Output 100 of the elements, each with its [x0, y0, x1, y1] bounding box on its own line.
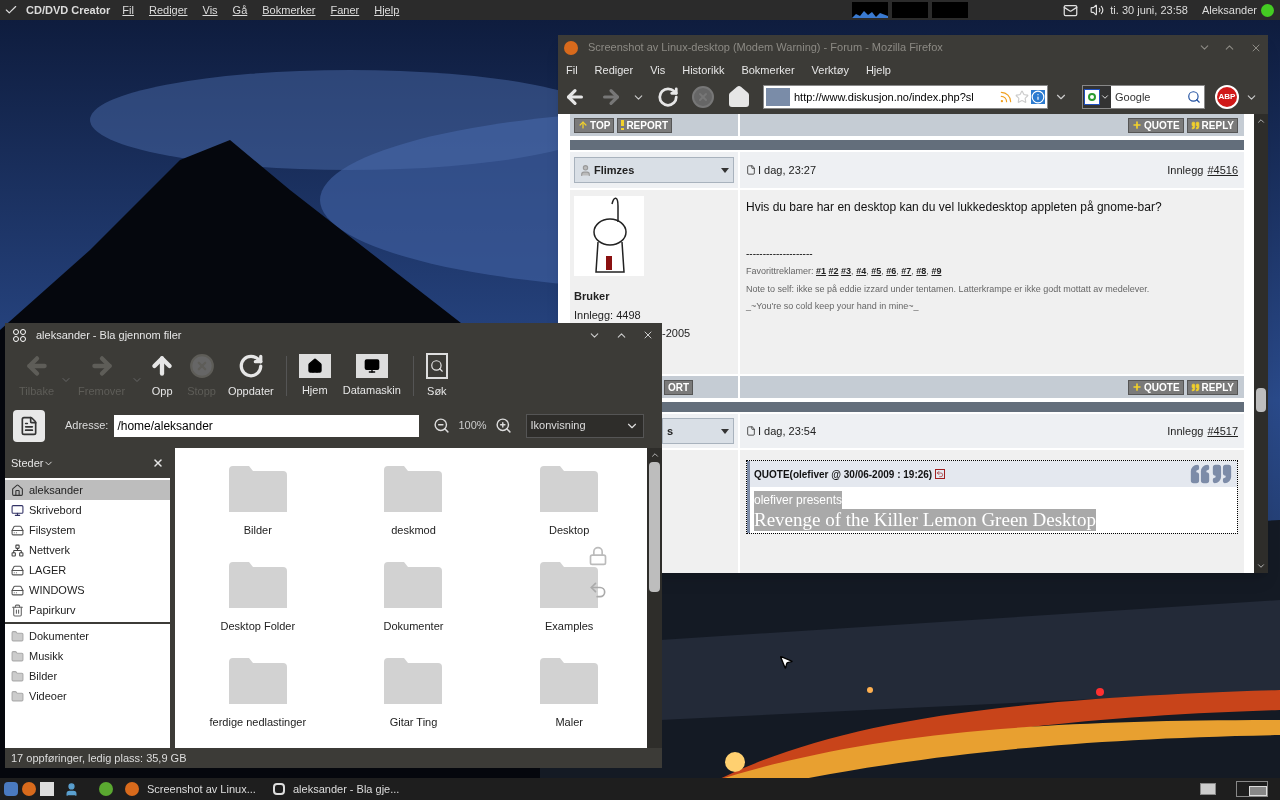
author-dropdown[interactable]: s [662, 418, 734, 444]
zoom-out-button[interactable] [433, 417, 451, 434]
toolbar-button[interactable]: Opp [143, 352, 182, 400]
sidebar-item[interactable]: Papirkurv [5, 600, 170, 620]
sidebar-item[interactable]: WINDOWS [5, 580, 170, 600]
menu-item[interactable]: Rediger [148, 1, 188, 19]
folder-item[interactable]: Desktop Folder [180, 544, 336, 640]
menu-item[interactable]: Historikk [682, 61, 725, 79]
clock[interactable]: ti. 30 juni, 23:58 [1110, 1, 1188, 19]
menu-item[interactable]: Hjelp [374, 1, 400, 19]
adblock-button[interactable]: ABP [1215, 85, 1239, 109]
toolbar-button[interactable]: Hjem [292, 353, 337, 399]
menu-item[interactable]: Gå [232, 1, 248, 19]
toolbar-button[interactable]: Søk [419, 352, 454, 400]
jump-icon[interactable] [935, 469, 946, 479]
edit-location-button[interactable] [13, 409, 45, 442]
sidebar-item[interactable]: Filsystem [5, 520, 170, 540]
url-field[interactable]: http://www.diskusjon.no/index.php?sl [763, 85, 1048, 109]
ad-link[interactable]: #7 [901, 266, 912, 276]
star-icon[interactable] [1015, 90, 1029, 104]
sidebar-item[interactable]: Bilder [5, 666, 170, 686]
info-icon[interactable] [1031, 90, 1045, 104]
quote-text: olefiver presents [754, 491, 843, 509]
folder-item[interactable]: Gitar Ting [335, 640, 492, 736]
scrollbar[interactable] [1254, 114, 1268, 573]
music-launcher-icon[interactable] [99, 782, 113, 796]
folder-icon [384, 562, 443, 608]
caret-icon[interactable] [1100, 92, 1110, 102]
reply-button[interactable]: REPLY [1186, 117, 1238, 133]
report-button[interactable]: ORT [664, 379, 694, 395]
post-number-link[interactable]: #4517 [1207, 422, 1238, 440]
user-name[interactable]: Aleksander [1201, 1, 1257, 19]
ad-link[interactable]: #9 [931, 266, 942, 276]
menu-item[interactable]: Bokmerker [262, 1, 316, 19]
app-icon [273, 783, 285, 795]
scrollbar-thumb[interactable] [1256, 388, 1266, 412]
folder-item[interactable]: Bilder [180, 448, 336, 544]
address-field[interactable]: /home/aleksander [114, 414, 420, 437]
close-sidebar-button[interactable] [152, 457, 164, 469]
folder-item[interactable]: deskmod [335, 448, 492, 544]
sidebar-item[interactable]: Videoer [5, 686, 170, 706]
scroll-up-icon[interactable] [1256, 116, 1266, 126]
home-button[interactable] [727, 85, 751, 109]
menu-item[interactable]: Vis [202, 1, 218, 19]
stop-button[interactable] [691, 85, 715, 109]
folder-item[interactable]: Desktop [491, 448, 647, 544]
menu-icon[interactable] [4, 3, 18, 17]
browser-launcher-icon[interactable] [22, 782, 36, 796]
quote-button[interactable]: QUOTE [1128, 117, 1184, 133]
folder-item[interactable]: Examples [491, 544, 647, 640]
back-button[interactable] [564, 86, 586, 108]
report-button[interactable]: REPORT [617, 117, 673, 133]
top-button[interactable]: TOP [574, 117, 615, 133]
view-dropdown[interactable]: Ikonvisning [525, 413, 644, 438]
menu-item[interactable]: Faner [330, 1, 360, 19]
menu-item[interactable]: Fil [566, 61, 578, 79]
search-input[interactable]: Google [1115, 88, 1175, 106]
scrollbar[interactable] [647, 448, 662, 748]
quote-button[interactable]: QUOTE [1128, 379, 1184, 395]
scroll-down-icon[interactable] [1256, 561, 1266, 571]
reply-button[interactable]: REPLY [1186, 379, 1238, 395]
post-number-link[interactable]: #4516 [1207, 161, 1238, 179]
launcher-icon[interactable] [4, 782, 18, 796]
scrollbar-thumb[interactable] [649, 462, 660, 592]
author-dropdown[interactable]: Flimzes [574, 157, 734, 183]
menu-item[interactable]: Verktøy [811, 61, 849, 79]
scroll-up-icon[interactable] [649, 450, 660, 460]
sidebar-item[interactable]: Nettverk [5, 540, 170, 560]
sidebar-item[interactable]: Skrivebord [5, 500, 170, 520]
sidebar-title[interactable]: Steder [11, 454, 44, 472]
reload-button[interactable] [657, 86, 679, 108]
toolbar-button[interactable]: Oppdater [221, 352, 280, 400]
menu-item[interactable]: Rediger [594, 61, 634, 79]
menu-item[interactable]: Bokmerker [741, 61, 795, 79]
contacts-launcher-icon[interactable] [64, 781, 79, 797]
zoom-in-button[interactable] [494, 417, 512, 434]
volume-icon[interactable] [1090, 3, 1105, 17]
ad-link[interactable]: #1 [816, 266, 827, 276]
search-icon[interactable] [1187, 90, 1201, 104]
menu-item[interactable]: Fil [122, 1, 134, 19]
mouse-pointer-icon [778, 654, 794, 670]
sidebar-item[interactable]: LAGER [5, 560, 170, 580]
search-field[interactable]: Google [1082, 85, 1205, 109]
forward-button[interactable] [600, 86, 622, 108]
sidebar-item[interactable]: aleksander [5, 480, 170, 500]
ad-link[interactable]: #2 [828, 266, 839, 276]
menu-item[interactable]: Hjelp [865, 61, 891, 79]
menu-item[interactable]: Vis [650, 61, 666, 79]
mail-icon[interactable] [1063, 2, 1079, 18]
sidebar-item[interactable]: Musikk [5, 646, 170, 666]
search-engine-icon[interactable] [1083, 86, 1111, 108]
workspace-switcher[interactable] [1236, 781, 1268, 797]
task-button[interactable]: aleksander - Bla gje... [269, 779, 409, 799]
task-button[interactable]: Screenshot av Linux... [121, 779, 261, 799]
folder-item[interactable]: ferdige nedlastinger [180, 640, 336, 736]
folder-item[interactable]: Dokumenter [335, 544, 492, 640]
toolbar-button[interactable]: Datamaskin [336, 353, 407, 399]
sidebar-item[interactable]: Dokumenter [5, 626, 170, 646]
close-button[interactable] [642, 329, 654, 341]
folder-item[interactable]: Maler [491, 640, 647, 736]
